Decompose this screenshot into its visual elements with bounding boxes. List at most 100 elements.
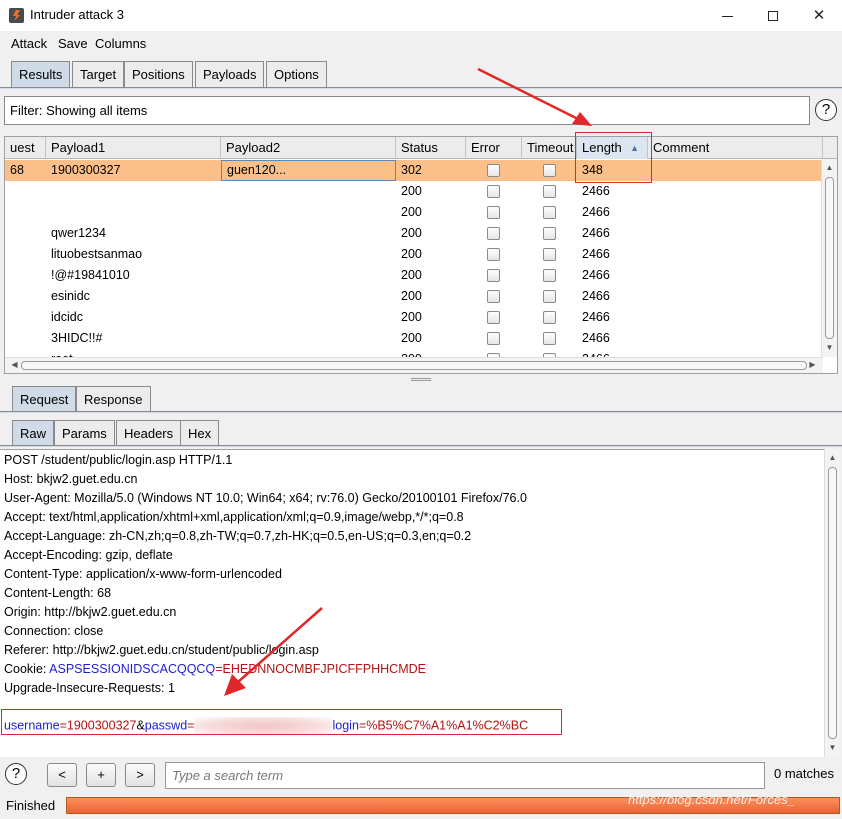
table-row[interactable]: lituobestsanmao 200 2466	[5, 244, 823, 265]
cell-length: 2466	[582, 184, 610, 198]
tab-raw[interactable]: Raw	[12, 420, 55, 446]
column-comment[interactable]: Comment	[648, 137, 823, 159]
column-timeout[interactable]: Timeout	[522, 137, 577, 159]
timeout-checkbox	[543, 311, 556, 324]
menu-save[interactable]: Save	[58, 36, 88, 51]
table-row[interactable]: 68 1900300327 guen120... 302 348	[5, 160, 823, 181]
menu-attack[interactable]: Attack	[11, 36, 47, 51]
table-row[interactable]: 3HIDC!!# 200 2466	[5, 328, 823, 349]
column-payload1[interactable]: Payload1	[46, 137, 221, 159]
table-vertical-scrollbar[interactable]: ▲ ▼	[821, 159, 837, 357]
search-help-icon[interactable]: ?	[5, 763, 27, 785]
header-accept: Accept: text/html,application/xhtml+xml,…	[4, 510, 464, 524]
tab-options[interactable]: Options	[266, 61, 327, 87]
maximize-icon	[768, 11, 778, 22]
timeout-checkbox	[543, 269, 556, 282]
error-checkbox	[487, 290, 500, 303]
table-row[interactable]: 200 2466	[5, 202, 823, 223]
column-status[interactable]: Status	[396, 137, 466, 159]
cell-status: 200	[401, 289, 422, 303]
header-origin: Origin: http://bkjw2.guet.edu.cn	[4, 605, 177, 619]
match-count: 0 matches	[774, 766, 834, 781]
req-tab-underline	[0, 411, 842, 413]
tab-target[interactable]: Target	[72, 61, 125, 87]
previous-match-button[interactable]: <	[47, 763, 77, 787]
header-content-length: Content-Length: 68	[4, 586, 112, 600]
tab-headers[interactable]: Headers	[116, 420, 182, 446]
annotation-body-box	[1, 709, 562, 735]
cell-request	[5, 223, 46, 244]
error-checkbox	[487, 227, 500, 240]
cell-payload1	[46, 202, 221, 223]
search-input[interactable]: Type a search term	[165, 762, 765, 789]
tab-positions[interactable]: Positions	[124, 61, 193, 87]
scroll-left-icon[interactable]: ◀	[7, 358, 22, 372]
header-content-type: Content-Type: application/x-www-form-url…	[4, 567, 282, 581]
error-checkbox	[487, 185, 500, 198]
cell-payload2	[221, 307, 396, 328]
cell-payload1: 3HIDC!!#	[51, 331, 103, 345]
cell-length: 2466	[582, 247, 610, 261]
cookie-name: ASPSESSIONIDSCACQQCQ	[49, 662, 216, 676]
cell-status: 200	[401, 310, 422, 324]
tab-params[interactable]: Params	[54, 420, 115, 446]
column-error[interactable]: Error	[466, 137, 522, 159]
pane-splitter[interactable]	[411, 378, 431, 381]
cell-request	[5, 286, 46, 307]
timeout-checkbox	[543, 248, 556, 261]
header-referer: Referer: http://bkjw2.guet.edu.cn/studen…	[4, 643, 319, 657]
table-row[interactable]: qwer1234 200 2466	[5, 223, 823, 244]
cell-payload2	[221, 181, 396, 202]
tab-response[interactable]: Response	[76, 386, 151, 412]
tab-payloads[interactable]: Payloads	[195, 61, 265, 87]
status-text: Finished	[6, 798, 56, 813]
close-button[interactable]: ✕	[796, 0, 842, 31]
cell-payload2	[221, 265, 396, 286]
results-table: uest Payload1 Payload2 Status Error Time…	[4, 136, 838, 374]
cell-payload2	[221, 286, 396, 307]
cell-payload1: 1900300327	[51, 163, 121, 177]
scroll-thumb[interactable]	[825, 177, 834, 339]
help-icon[interactable]: ?	[815, 99, 837, 121]
cell-status: 200	[401, 268, 422, 282]
header-accept-encoding: Accept-Encoding: gzip, deflate	[4, 548, 173, 562]
top-tab-underline	[0, 87, 842, 89]
watermark: https://blog.csdn.net/Forces_	[628, 792, 795, 807]
tab-hex[interactable]: Hex	[180, 420, 220, 446]
raw-scroll-up-icon[interactable]: ▲	[825, 451, 840, 465]
hscroll-thumb[interactable]	[21, 361, 807, 370]
timeout-checkbox	[543, 227, 556, 240]
raw-scroll-thumb[interactable]	[828, 467, 837, 739]
scroll-right-icon[interactable]: ▶	[805, 358, 820, 372]
raw-scroll-down-icon[interactable]: ▼	[825, 741, 840, 755]
cell-status: 200	[401, 247, 422, 261]
view-tab-underline	[0, 445, 842, 447]
column-payload2[interactable]: Payload2	[221, 137, 396, 159]
minimize-icon	[721, 15, 733, 17]
add-match-button[interactable]: +	[86, 763, 116, 787]
column-request[interactable]: uest	[5, 137, 46, 159]
table-row[interactable]: !@#19841010 200 2466	[5, 265, 823, 286]
cell-payload1: !@#19841010	[51, 268, 130, 282]
menu-columns[interactable]: Columns	[95, 36, 146, 51]
filter-bar[interactable]: Filter: Showing all items	[4, 96, 810, 125]
timeout-checkbox	[543, 164, 556, 177]
table-horizontal-scrollbar[interactable]: ◀ ▶	[5, 357, 823, 373]
maximize-button[interactable]	[750, 0, 796, 31]
cell-status: 302	[401, 163, 422, 177]
cell-payload1: lituobestsanmao	[51, 247, 143, 261]
scroll-down-icon[interactable]: ▼	[822, 341, 837, 355]
tab-results[interactable]: Results	[11, 61, 71, 87]
scroll-up-icon[interactable]: ▲	[822, 161, 837, 175]
minimize-button[interactable]	[704, 0, 750, 31]
table-row[interactable]: idcidc 200 2466	[5, 307, 823, 328]
header-upgrade-insecure: Upgrade-Insecure-Requests: 1	[4, 681, 175, 695]
raw-vertical-scrollbar[interactable]: ▲ ▼	[824, 449, 840, 757]
cell-request	[5, 244, 46, 265]
table-row[interactable]: esinidc 200 2466	[5, 286, 823, 307]
window-title: Intruder attack 3	[30, 7, 124, 22]
tab-request[interactable]: Request	[12, 386, 77, 412]
cell-length: 2466	[582, 226, 610, 240]
next-match-button[interactable]: >	[125, 763, 155, 787]
table-row[interactable]: 200 2466	[5, 181, 823, 202]
